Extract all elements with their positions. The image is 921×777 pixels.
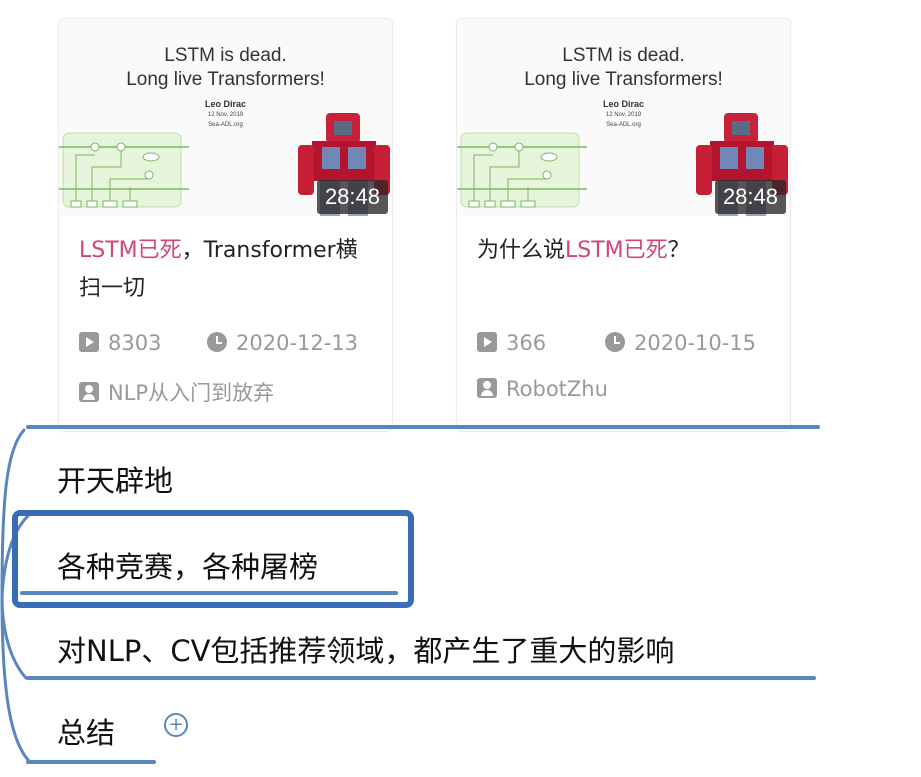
video-thumbnail[interactable]: LSTM is dead. Long live Transformers! Le… [457,19,790,216]
video-card-1[interactable]: LSTM is dead. Long live Transformers! Le… [58,18,393,432]
mindmap-node-4[interactable]: 总结 [57,710,115,752]
mindmap-node-3[interactable]: 对NLP、CV包括推荐领域，都产生了重大的影响 [57,628,674,670]
publish-date-value: 2020-12-13 [236,331,359,355]
video-duration: 28:48 [714,180,786,214]
publish-date: 2020-10-15 [605,331,756,355]
publish-date: 2020-12-13 [207,331,358,355]
clock-icon [207,332,227,352]
title-text-prefix: 为什么说 [477,238,566,263]
thumbnail-title-line2: Long live Transformers! [126,69,325,90]
thumbnail-title-line1: LSTM is dead. [562,45,685,66]
play-icon [477,332,497,352]
video-title[interactable]: 为什么说LSTM已死？ [477,232,774,270]
uploader[interactable]: NLP从入门到放弃 [79,377,274,407]
video-card-2[interactable]: LSTM is dead. Long live Transformers! Le… [456,18,791,432]
mindmap-node-line-4 [26,676,816,680]
expand-node-icon[interactable]: + [164,713,188,737]
publish-date-value: 2020-10-15 [634,331,757,355]
mindmap-node-line-5 [26,760,156,764]
thumbnail-title-line1: LSTM is dead. [164,45,287,66]
play-icon [79,332,99,352]
video-duration: 28:48 [316,180,388,214]
view-count: 366 [477,331,546,355]
view-count-value: 366 [506,331,547,355]
video-thumbnail[interactable]: LSTM is dead. Long live Transformers! Le… [59,19,392,216]
mindmap-node-2[interactable]: 各种竞赛，各种屠榜 [57,544,318,586]
lstm-diagram-image [457,132,587,208]
title-highlight: LSTM已死 [565,238,668,263]
title-highlight: LSTM已死 [79,238,182,263]
video-title[interactable]: LSTM已死，Transformer横扫一切 [79,232,376,308]
mindmap-node-1[interactable]: 开天辟地 [57,458,173,500]
thumbnail-title-line2: Long live Transformers! [524,69,723,90]
uploader-name: RobotZhu [506,377,608,401]
lstm-diagram-image [59,132,189,208]
view-count: 8303 [79,331,161,355]
view-count-value: 8303 [108,331,162,355]
title-text: ？ [667,238,690,263]
clock-icon [605,332,625,352]
user-icon [79,382,99,402]
uploader[interactable]: RobotZhu [477,377,608,401]
user-icon [477,378,497,398]
uploader-name: NLP从入门到放弃 [108,381,275,405]
mindmap-node-line-3 [20,591,398,595]
mindmap-node-line-1 [26,425,820,429]
